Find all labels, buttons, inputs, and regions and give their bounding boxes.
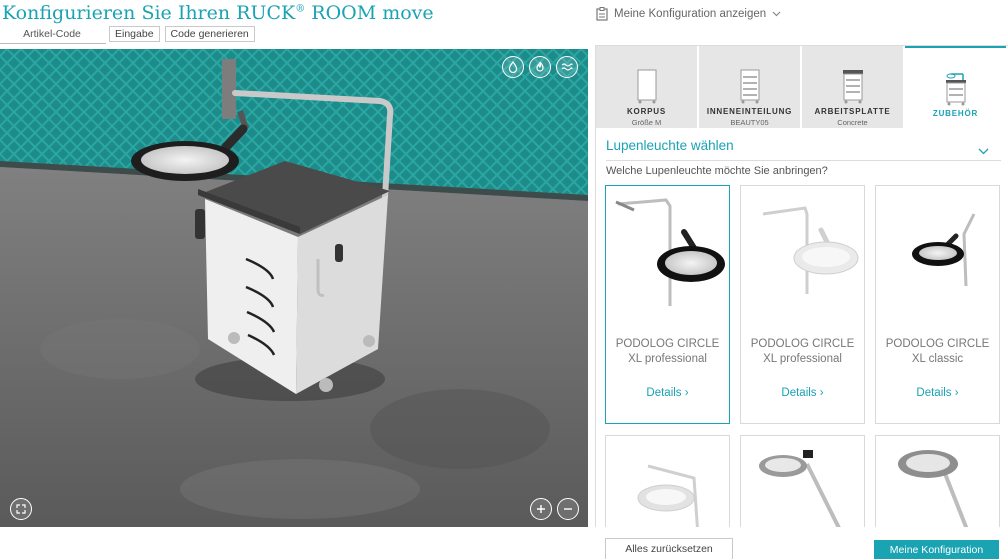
tab-sublabel: BEAUTY05: [730, 118, 769, 127]
tab-inneneinteilung[interactable]: INNENEINTEILUNG BEAUTY05: [699, 46, 800, 128]
chevron-down-icon[interactable]: [978, 142, 989, 160]
product-card[interactable]: PODOLOG CIRCLE XL professional Details ›: [605, 185, 730, 424]
product-card[interactable]: PODOLOG CIRCLE XL classic Details ›: [875, 185, 1000, 424]
details-link[interactable]: Details ›: [741, 387, 864, 399]
title-tail: ROOM move: [305, 2, 434, 24]
tab-zubehoer[interactable]: ZUBEHÖR: [905, 46, 1006, 128]
cabinet-icon: [637, 69, 657, 104]
article-code-underline: [0, 43, 106, 44]
tab-arbeitsplatte[interactable]: ARBEITSPLATTE Concrete: [802, 46, 903, 128]
magnifier-lamp-image: [762, 206, 859, 294]
section-title[interactable]: Lupenleuchte wählen: [606, 138, 734, 153]
flame-icon[interactable]: [529, 56, 551, 78]
section-divider: [606, 160, 1001, 161]
config-tabs: KORPUS Größe M INNENEINTEILUNG BEAUTY05 …: [596, 46, 1008, 128]
tab-label: INNENEINTEILUNG: [706, 107, 793, 116]
minus-icon[interactable]: [557, 498, 579, 520]
tab-sublabel: Größe M: [631, 118, 662, 127]
tab-label: ZUBEHÖR: [932, 109, 979, 118]
worktop-cabinet-icon: [843, 70, 863, 104]
generate-code-button[interactable]: Code generieren: [164, 26, 255, 42]
product-card[interactable]: PODOLOG CIRCLE XL professional Details ›: [740, 185, 865, 424]
show-configuration-label: Meine Konfiguration anzeigen: [614, 8, 767, 20]
article-code-row: Artikel-Code Eingabe Code generieren: [0, 26, 255, 42]
accessory-cabinet-icon: [946, 73, 966, 106]
chevron-right-icon: ›: [951, 387, 959, 399]
configuration-panel: KORPUS Größe M INNENEINTEILUNG BEAUTY05 …: [595, 45, 1008, 527]
product-card[interactable]: [875, 435, 1000, 527]
page-title: Konfigurieren Sie Ihren RUCK® ROOM move: [2, 2, 434, 24]
tab-label: ARBEITSPLATTE: [814, 107, 891, 116]
title-registered-mark: ®: [295, 3, 306, 15]
details-link[interactable]: Details ›: [876, 387, 999, 399]
tab-label: KORPUS: [626, 107, 667, 116]
product-card[interactable]: [605, 435, 730, 527]
details-label: Details: [646, 387, 682, 399]
details-label: Details: [781, 387, 817, 399]
magnifier-lamp-image: [637, 464, 699, 527]
wave-icon[interactable]: [556, 56, 578, 78]
details-link[interactable]: Details ›: [606, 387, 729, 399]
details-label: Details: [916, 387, 952, 399]
product-name: PODOLOG CIRCLE XL classic: [885, 338, 990, 365]
chevron-down-icon: [772, 11, 781, 17]
section-question: Welche Lupenleuchte möchte Sie anbringen…: [606, 165, 828, 177]
drawer-cabinet-icon: [740, 69, 760, 104]
clipboard-icon: [596, 7, 608, 21]
title-main: Konfigurieren Sie Ihren RUCK: [2, 2, 296, 24]
tab-korpus[interactable]: KORPUS Größe M: [596, 46, 697, 128]
input-code-button[interactable]: Eingabe: [109, 26, 160, 42]
magnifier-lamp-image: [615, 198, 725, 306]
my-configuration-button[interactable]: Meine Konfiguration: [874, 540, 999, 559]
magnifier-lamp-image: [898, 450, 969, 527]
chevron-right-icon: ›: [681, 387, 689, 399]
water-drop-icon[interactable]: [502, 56, 524, 78]
reset-all-button[interactable]: Alles zurücksetzen: [605, 538, 733, 559]
article-code-label: Artikel-Code: [23, 28, 81, 40]
product-name: PODOLOG CIRCLE XL professional: [615, 338, 720, 365]
plus-icon[interactable]: [530, 498, 552, 520]
product-name: PODOLOG CIRCLE XL professional: [750, 338, 855, 365]
fullscreen-icon[interactable]: [10, 498, 32, 520]
show-configuration-toggle[interactable]: Meine Konfiguration anzeigen: [596, 7, 781, 21]
product-card[interactable]: [740, 435, 865, 527]
magnifier-lamp-image: [912, 213, 976, 287]
product-3d-viewer[interactable]: [0, 49, 588, 527]
chevron-right-icon: ›: [816, 387, 824, 399]
product-3d-scene[interactable]: [0, 49, 588, 527]
tab-sublabel: Concrete: [837, 118, 868, 127]
magnifier-lamp-image: [759, 450, 841, 527]
